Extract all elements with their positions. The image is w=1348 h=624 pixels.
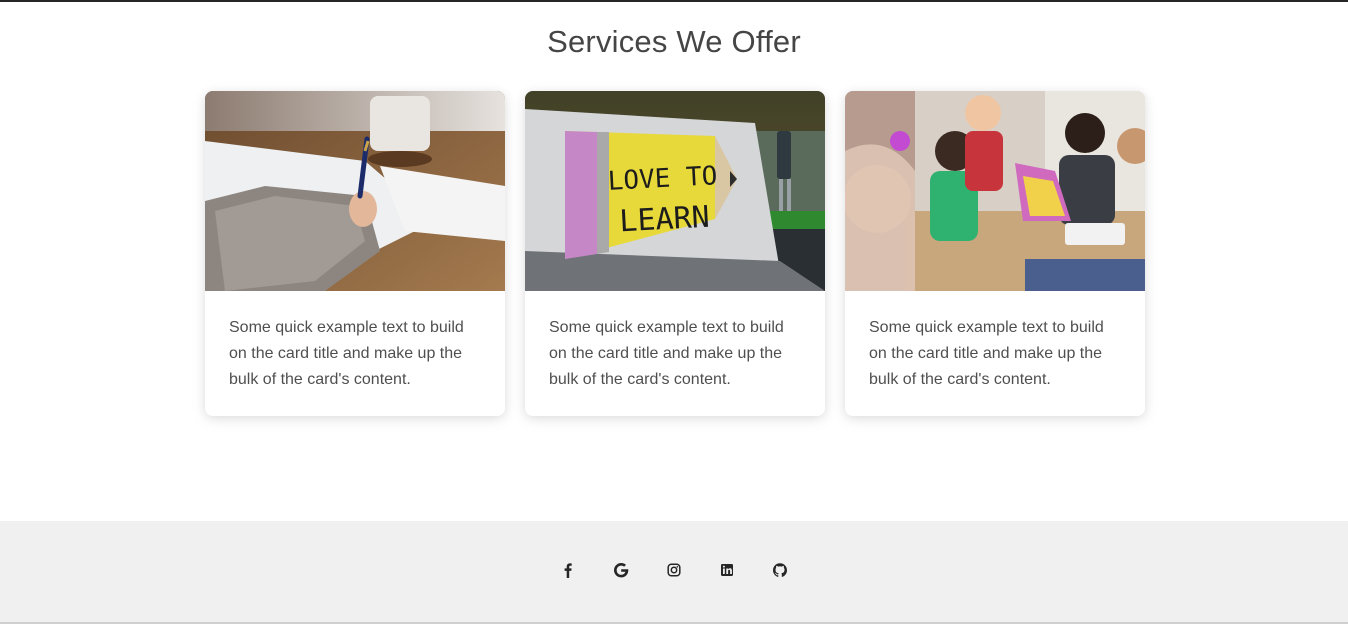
card-body: Some quick example text to build on the … — [205, 291, 505, 393]
card-body: Some quick example text to build on the … — [845, 291, 1145, 393]
linkedin-icon — [721, 564, 733, 576]
card-image-kids-reading — [845, 91, 1145, 291]
section-title: Services We Offer — [547, 24, 801, 59]
services-cards: Some quick example text to build on the … — [205, 91, 1145, 416]
top-divider — [0, 0, 1348, 2]
facebook-link[interactable] — [560, 561, 576, 579]
instagram-icon — [667, 563, 681, 577]
card-text: Some quick example text to build on the … — [549, 319, 784, 388]
service-card: LOVE TO LEARN Some quick example text to… — [525, 91, 825, 416]
card-text: Some quick example text to build on the … — [869, 319, 1104, 388]
footer — [0, 521, 1348, 624]
card-body: Some quick example text to build on the … — [525, 291, 825, 393]
service-card: Some quick example text to build on the … — [205, 91, 505, 416]
social-links — [0, 561, 1348, 579]
svg-text:LEARN: LEARN — [618, 200, 710, 240]
facebook-icon — [564, 563, 572, 578]
github-link[interactable] — [772, 561, 788, 579]
google-link[interactable] — [613, 561, 629, 579]
service-card: Some quick example text to build on the … — [845, 91, 1145, 416]
card-image-love-to-learn: LOVE TO LEARN — [525, 91, 825, 291]
card-image-writing — [205, 91, 505, 291]
card-text: Some quick example text to build on the … — [229, 319, 464, 388]
google-icon — [614, 563, 629, 578]
github-icon — [773, 563, 787, 577]
linkedin-link[interactable] — [719, 561, 735, 579]
svg-text:LOVE TO: LOVE TO — [607, 161, 718, 197]
instagram-link[interactable] — [666, 561, 682, 579]
